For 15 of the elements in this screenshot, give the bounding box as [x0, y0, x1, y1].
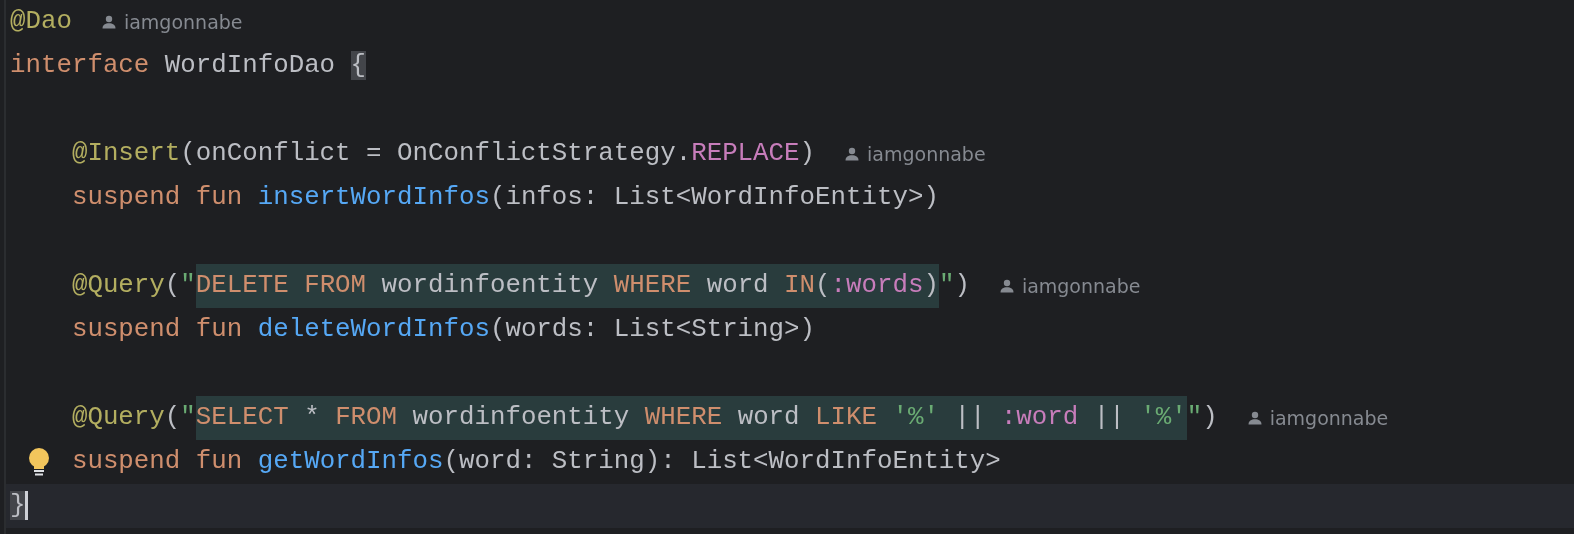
author-hint[interactable]: iamgonnabe: [867, 139, 986, 169]
code-line: @Dao: [10, 6, 72, 38]
author-hint[interactable]: iamgonnabe: [1269, 403, 1389, 433]
user-icon: [845, 147, 860, 161]
code-line: interface WordInfoDao {: [10, 50, 367, 82]
author-hint[interactable]: iamgonnabe: [1021, 271, 1141, 301]
user-icon: [999, 279, 1014, 293]
lightbulb-icon[interactable]: [28, 448, 50, 478]
code-line: @Insert(onConflict = OnConflictStrategy.REPLACE): [71, 138, 816, 170]
code-line: suspend fun insertWordInfos(infos: List<WordInfoEntity>): [71, 182, 939, 214]
user-icon: [101, 15, 116, 29]
user-icon: [1247, 411, 1262, 425]
code-line: suspend fun getWordInfos(word: String): List<WordInfoEntity>: [71, 446, 1001, 478]
code-line: suspend fun deleteWordInfos(words: List<String>): [71, 314, 815, 346]
author-hint[interactable]: iamgonnabe: [123, 7, 243, 37]
